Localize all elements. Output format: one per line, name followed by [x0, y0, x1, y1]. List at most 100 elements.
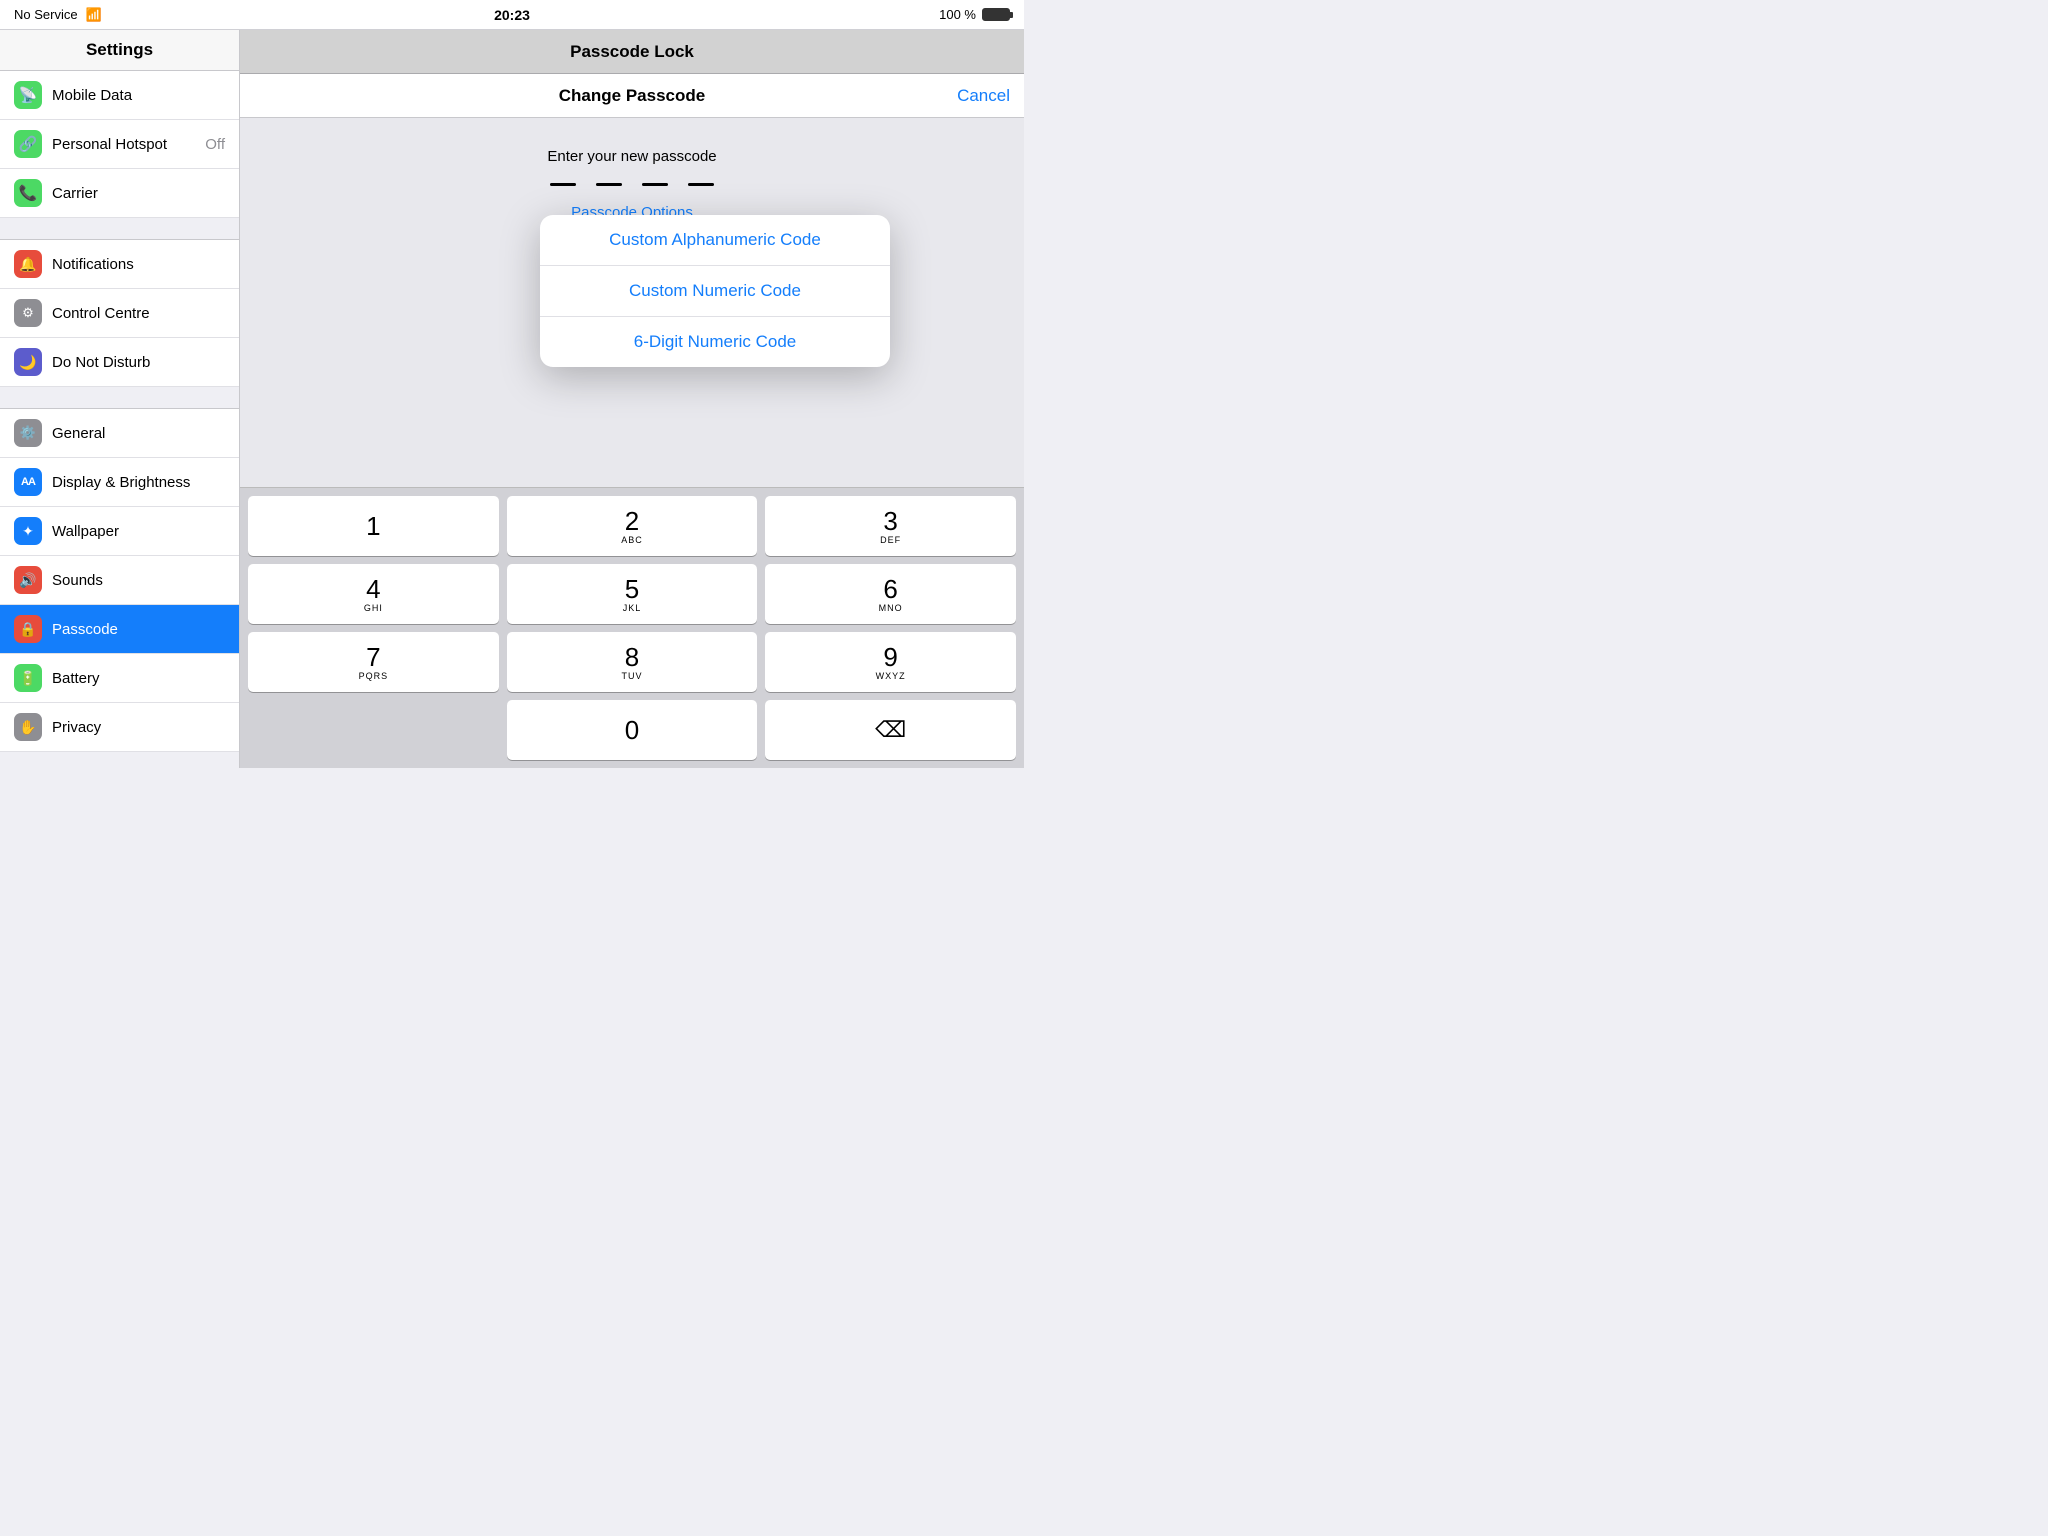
numpad-key-delete[interactable]: ⌫	[765, 700, 1016, 760]
sidebar-item-control-centre[interactable]: ⚙ Control Centre	[0, 289, 239, 338]
sounds-icon: 🔊	[14, 566, 42, 594]
personal-hotspot-value: Off	[205, 136, 225, 153]
sidebar-item-battery[interactable]: 🔋 Battery	[0, 654, 239, 703]
privacy-label: Privacy	[52, 719, 225, 736]
battery-label: Battery	[52, 670, 225, 687]
status-left: No Service 📶	[14, 7, 102, 23]
sidebar-divider-3	[0, 752, 239, 768]
sidebar-divider-1	[0, 218, 239, 240]
passcode-icon: 🔒	[14, 615, 42, 643]
numpad-digit-4: 4	[366, 576, 380, 602]
sidebar-item-notifications[interactable]: 🔔 Notifications	[0, 240, 239, 289]
passcode-dash-3	[642, 183, 668, 186]
notifications-icon: 🔔	[14, 250, 42, 278]
numpad-digit-6: 6	[883, 576, 897, 602]
sidebar-item-personal-hotspot[interactable]: 🔗 Personal Hotspot Off	[0, 120, 239, 169]
modal-cancel-button[interactable]: Cancel	[957, 86, 1010, 106]
option-6-digit-numeric[interactable]: 6-Digit Numeric Code	[540, 317, 890, 367]
numpad-digit-3: 3	[883, 508, 897, 534]
passcode-dots	[550, 183, 714, 186]
personal-hotspot-label: Personal Hotspot	[52, 136, 195, 153]
wallpaper-icon: ✦	[14, 517, 42, 545]
numpad-digit-2: 2	[625, 508, 639, 534]
numpad-digit-1: 1	[366, 513, 380, 539]
passcode-label: Passcode	[52, 621, 225, 638]
numpad-letters-4: GHI	[364, 603, 383, 613]
numpad-letters-6: MNO	[879, 603, 903, 613]
battery-icon	[982, 8, 1010, 21]
wallpaper-label: Wallpaper	[52, 523, 225, 540]
no-service-label: No Service	[14, 7, 78, 22]
status-time: 20:23	[494, 7, 530, 23]
carrier-icon: 📞	[14, 179, 42, 207]
sounds-label: Sounds	[52, 572, 225, 589]
sidebar-item-display-brightness[interactable]: AA Display & Brightness	[0, 458, 239, 507]
sidebar-item-wallpaper[interactable]: ✦ Wallpaper	[0, 507, 239, 556]
numpad-key-empty	[248, 700, 499, 760]
numpad-digit-0: 0	[625, 717, 639, 743]
general-icon: ⚙️	[14, 419, 42, 447]
numpad-key-7[interactable]: 7 PQRS	[248, 632, 499, 692]
numpad: 1 2 ABC 3 DEF 4 GHI	[240, 487, 1024, 768]
sidebar-item-sounds[interactable]: 🔊 Sounds	[0, 556, 239, 605]
numpad-key-5[interactable]: 5 JKL	[507, 564, 758, 624]
general-label: General	[52, 425, 225, 442]
sidebar: Settings 📡 Mobile Data 🔗 Personal Hotspo…	[0, 30, 240, 768]
control-centre-label: Control Centre	[52, 305, 225, 322]
numpad-key-6[interactable]: 6 MNO	[765, 564, 1016, 624]
numpad-letters-8: TUV	[621, 671, 642, 681]
change-passcode-modal: Change Passcode Cancel Enter your new pa…	[240, 74, 1024, 768]
numpad-letters-7: PQRS	[359, 671, 389, 681]
passcode-options-dropdown: Custom Alphanumeric Code Custom Numeric …	[540, 215, 890, 367]
battery-item-icon: 🔋	[14, 664, 42, 692]
numpad-key-8[interactable]: 8 TUV	[507, 632, 758, 692]
mobile-data-icon: 📡	[14, 81, 42, 109]
control-centre-icon: ⚙	[14, 299, 42, 327]
numpad-key-9[interactable]: 9 WXYZ	[765, 632, 1016, 692]
numpad-digit-8: 8	[625, 644, 639, 670]
status-bar: No Service 📶 20:23 100 %	[0, 0, 1024, 30]
sidebar-item-carrier[interactable]: 📞 Carrier	[0, 169, 239, 218]
numpad-key-0[interactable]: 0	[507, 700, 758, 760]
sidebar-item-privacy[interactable]: ✋ Privacy	[0, 703, 239, 752]
main-layout: Settings 📡 Mobile Data 🔗 Personal Hotspo…	[0, 30, 1024, 768]
numpad-key-2[interactable]: 2 ABC	[507, 496, 758, 556]
do-not-disturb-icon: 🌙	[14, 348, 42, 376]
wifi-icon: 📶	[86, 7, 102, 23]
numpad-letters-5: JKL	[623, 603, 642, 613]
sidebar-item-general[interactable]: ⚙️ General	[0, 409, 239, 458]
sidebar-divider-2	[0, 387, 239, 409]
modal-title: Change Passcode	[559, 86, 705, 106]
numpad-letters-9: WXYZ	[876, 671, 906, 681]
carrier-label: Carrier	[52, 185, 225, 202]
numpad-letters-3: DEF	[880, 535, 901, 545]
sidebar-item-do-not-disturb[interactable]: 🌙 Do Not Disturb	[0, 338, 239, 387]
sidebar-item-mobile-data[interactable]: 📡 Mobile Data	[0, 71, 239, 120]
passcode-dash-1	[550, 183, 576, 186]
enter-passcode-label: Enter your new passcode	[547, 148, 716, 165]
numpad-key-4[interactable]: 4 GHI	[248, 564, 499, 624]
right-panel: Passcode Lock Turn Passcode Off Require …	[240, 30, 1024, 768]
numpad-key-1[interactable]: 1	[248, 496, 499, 556]
personal-hotspot-icon: 🔗	[14, 130, 42, 158]
numpad-key-3[interactable]: 3 DEF	[765, 496, 1016, 556]
numpad-digit-5: 5	[625, 576, 639, 602]
sidebar-item-passcode[interactable]: 🔒 Passcode	[0, 605, 239, 654]
passcode-dash-2	[596, 183, 622, 186]
display-brightness-icon: AA	[14, 468, 42, 496]
status-right: 100 %	[939, 7, 1010, 22]
sidebar-title: Settings	[0, 30, 239, 71]
numpad-letters-2: ABC	[621, 535, 643, 545]
mobile-data-label: Mobile Data	[52, 87, 225, 104]
privacy-icon: ✋	[14, 713, 42, 741]
delete-icon: ⌫	[875, 717, 906, 743]
display-brightness-label: Display & Brightness	[52, 474, 225, 491]
option-custom-numeric[interactable]: Custom Numeric Code	[540, 266, 890, 317]
passcode-dash-4	[688, 183, 714, 186]
do-not-disturb-label: Do Not Disturb	[52, 354, 225, 371]
option-custom-alphanumeric[interactable]: Custom Alphanumeric Code	[540, 215, 890, 266]
modal-header: Change Passcode Cancel	[240, 74, 1024, 118]
notifications-label: Notifications	[52, 256, 225, 273]
battery-label: 100 %	[939, 7, 976, 22]
numpad-digit-7: 7	[366, 644, 380, 670]
